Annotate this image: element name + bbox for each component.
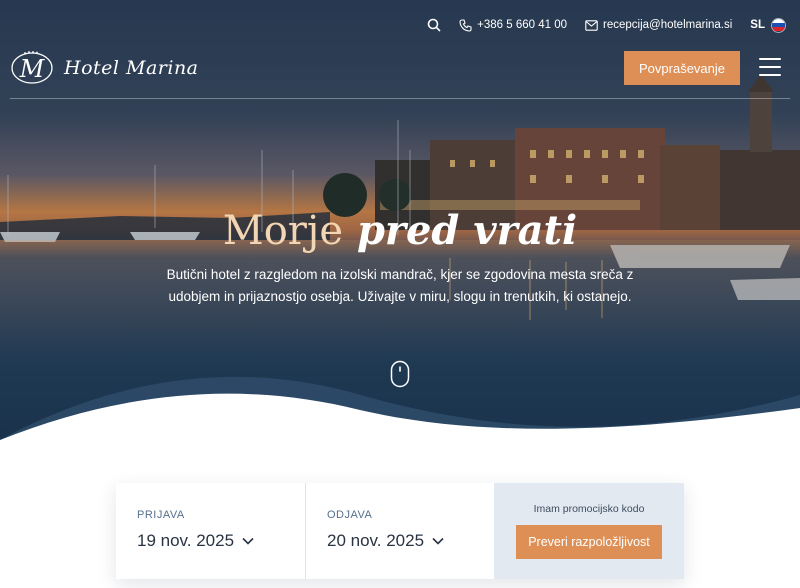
mouse-scroll-icon[interactable] xyxy=(390,360,410,388)
checkout-label: ODJAVA xyxy=(327,509,373,521)
hero-title-part2: pred vrati xyxy=(356,207,578,254)
search-icon xyxy=(427,18,441,32)
menu-icon-bar xyxy=(759,66,781,68)
hotel-logo[interactable]: M Hotel Marina xyxy=(10,50,199,86)
phone-number: +386 5 660 41 00 xyxy=(477,19,567,31)
menu-icon-bar xyxy=(759,74,781,76)
checkin-label: PRIJAVA xyxy=(137,509,185,521)
phone-icon xyxy=(459,18,472,32)
checkout-field[interactable]: ODJAVA 20 nov. 2025 xyxy=(305,483,494,579)
inquiry-button[interactable]: Povpraševanje xyxy=(624,51,740,85)
search-button[interactable] xyxy=(427,18,441,32)
logo-monogram-icon: M xyxy=(11,51,53,84)
language-selector[interactable]: SL xyxy=(750,17,786,33)
chevron-down-icon xyxy=(242,537,254,545)
booking-bar: PRIJAVA 19 nov. 2025 ODJAVA 20 nov. 2025… xyxy=(116,483,684,579)
flag-si-icon xyxy=(771,17,786,33)
checkout-value-row: 20 nov. 2025 xyxy=(327,531,494,551)
chevron-down-icon xyxy=(432,537,444,545)
language-code: SL xyxy=(750,19,765,31)
email-address: recepcija@hotelmarina.si xyxy=(603,19,733,31)
email-link[interactable]: recepcija@hotelmarina.si xyxy=(585,19,732,31)
logo-text: Hotel Marina xyxy=(64,57,199,79)
hero-subtitle: Butični hotel z razgledom na izolski man… xyxy=(166,267,634,304)
menu-icon xyxy=(759,58,781,60)
mail-icon xyxy=(585,19,598,31)
promo-code-link[interactable]: Imam promocijsko kodo xyxy=(534,503,645,515)
hero-title-part1: Morje xyxy=(222,208,343,254)
hero-section: +386 5 660 41 00 recepcija@hotelmarina.s… xyxy=(0,0,800,588)
checkout-date: 20 nov. 2025 xyxy=(327,531,425,550)
top-utility-bar: +386 5 660 41 00 recepcija@hotelmarina.s… xyxy=(427,14,786,36)
promo-panel: Imam promocijsko kodo Preveri razpoložlj… xyxy=(494,483,684,579)
checkin-value-row: 19 nov. 2025 xyxy=(137,531,305,551)
menu-button[interactable] xyxy=(759,58,781,76)
header-divider xyxy=(10,98,790,99)
checkin-date: 19 nov. 2025 xyxy=(137,531,235,550)
logo-monogram: M xyxy=(19,55,46,83)
check-availability-button[interactable]: Preveri razpoložljivost xyxy=(516,525,662,559)
phone-link[interactable]: +386 5 660 41 00 xyxy=(459,18,567,32)
hero-title: Morje pred vrati xyxy=(0,205,800,257)
checkin-field[interactable]: PRIJAVA 19 nov. 2025 xyxy=(116,483,305,579)
